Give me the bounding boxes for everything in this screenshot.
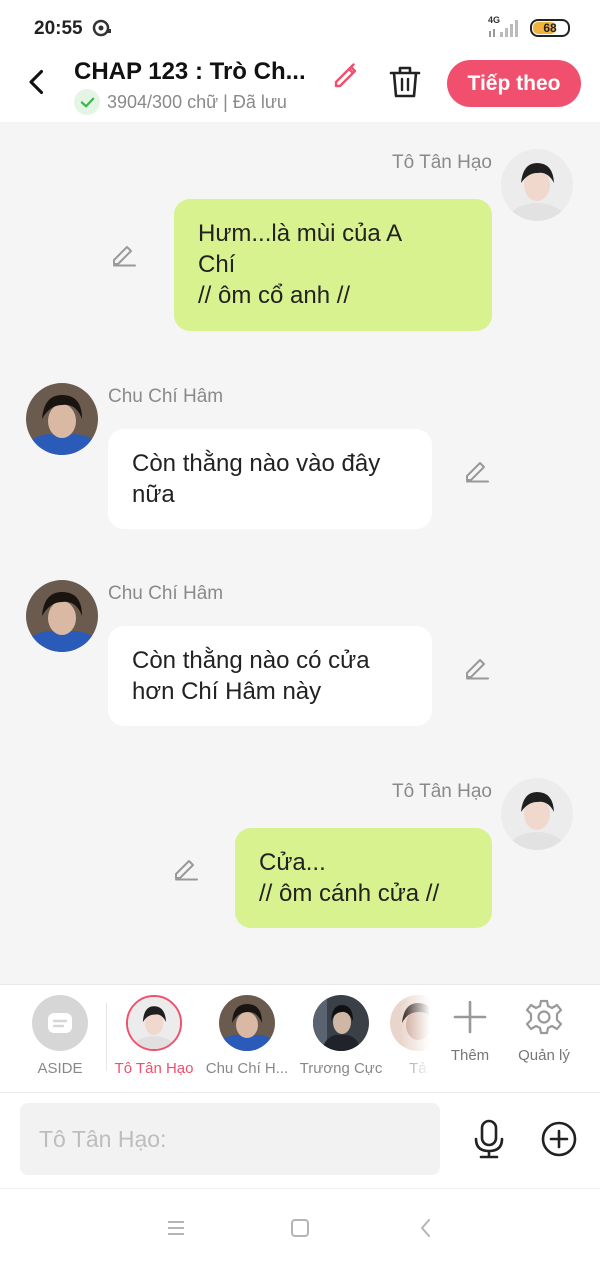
back-nav-icon[interactable] [415, 1217, 437, 1239]
microphone-icon[interactable] [470, 1119, 508, 1159]
notification-icon [92, 19, 111, 37]
status-indicators: 4G 68 [488, 15, 570, 40]
message-bubble[interactable]: Hưm...là mùi của A Chí // ôm cổ anh // [174, 199, 492, 331]
message-bubble[interactable]: Còn thằng nào vào đây nữa [108, 429, 432, 529]
status-bar: 20:55 4G 68 [0, 0, 600, 56]
add-character-button[interactable]: Thêm [435, 999, 505, 1064]
chapter-title[interactable]: CHAP 123 : Trò Ch... [74, 58, 324, 86]
edit-message-icon[interactable] [110, 240, 138, 268]
aside-label: ASIDE [37, 1060, 83, 1077]
character-label: Tô Tân Hạo [114, 1060, 194, 1077]
character-item-to-tan-hao[interactable]: Tô Tân Hạo [112, 995, 196, 1077]
sender-name: Chu Chí Hâm [108, 583, 224, 604]
avatar-image [501, 778, 573, 850]
message-line: Chí [198, 251, 236, 278]
battery-text: 68 [543, 21, 557, 35]
message-bubble[interactable]: Cửa... // ôm cánh cửa // [235, 828, 492, 928]
message-line: Hưm...là mùi của A [198, 220, 403, 247]
character-label: Trương Cực [299, 1060, 383, 1077]
system-nav-bar [0, 1188, 600, 1267]
word-count: 3904/300 chữ | Đã lưu [107, 91, 287, 112]
character-item-chu-chi-ham[interactable]: Chu Chí H... [205, 995, 289, 1077]
message-bubble[interactable]: Còn thằng nào có cửa hơn Chí Hâm này [108, 626, 432, 726]
status-time: 20:55 [34, 18, 83, 39]
sender-name: Tô Tân Hạo [392, 152, 492, 173]
trash-icon[interactable] [388, 64, 422, 100]
menu-icon[interactable] [165, 1217, 187, 1239]
sender-name: Tô Tân Hạo [392, 781, 492, 802]
avatar[interactable] [501, 778, 573, 850]
message-line: nữa [132, 481, 175, 508]
message-list[interactable]: Tô Tân Hạo Hưm...là mùi của A Chí // ôm … [0, 122, 600, 984]
message-line: hơn Chí Hâm này [132, 678, 322, 705]
aside-icon [32, 995, 88, 1051]
scroll-fade [400, 985, 430, 1085]
message-line: Cửa... [259, 849, 326, 876]
avatar-image [26, 580, 98, 652]
header: CHAP 123 : Trò Ch... 3904/300 chữ | Đã l… [0, 56, 600, 122]
edit-message-icon[interactable] [463, 456, 491, 484]
plus-icon [453, 1000, 487, 1034]
message-line: Còn thằng nào vào đây [132, 450, 381, 477]
back-arrow-icon [29, 69, 44, 95]
battery-icon: 68 [530, 19, 570, 37]
add-circle-icon[interactable] [541, 1121, 577, 1157]
character-item-truong-cuc[interactable]: Trương Cực [298, 995, 384, 1077]
avatar[interactable] [26, 383, 98, 455]
save-status: 3904/300 chữ | Đã lưu [74, 89, 287, 115]
network-type: 4G [488, 15, 501, 25]
divider [106, 1003, 107, 1071]
input-bar [0, 1092, 600, 1188]
character-avatar [219, 995, 275, 1051]
message-line: // ôm cổ anh // [198, 282, 351, 309]
message-input[interactable] [20, 1103, 440, 1175]
edit-message-icon[interactable] [172, 854, 200, 882]
avatar-image [26, 383, 98, 455]
character-label: Chu Chí H... [205, 1060, 289, 1077]
avatar[interactable] [26, 580, 98, 652]
check-icon [74, 89, 100, 115]
character-avatar [313, 995, 369, 1051]
signal-icon: 4G [488, 15, 520, 39]
edit-title-icon[interactable] [330, 58, 362, 90]
avatar-image [501, 149, 573, 221]
back-button[interactable] [20, 64, 56, 100]
next-button[interactable]: Tiếp theo [447, 60, 581, 107]
home-icon[interactable] [289, 1217, 311, 1239]
sender-name: Chu Chí Hâm [108, 386, 224, 407]
manage-label: Quản lý [518, 1047, 570, 1064]
manage-button[interactable]: Quản lý [509, 999, 579, 1064]
avatar[interactable] [501, 149, 573, 221]
add-label: Thêm [450, 1047, 490, 1064]
character-bar: ASIDE Tô Tân Hạo Chu Chí H... Trương Cực… [0, 984, 600, 1093]
character-avatar [126, 995, 182, 1051]
message-line: // ôm cánh cửa // [259, 880, 440, 907]
message-line: Còn thằng nào có cửa [132, 647, 370, 674]
aside-button[interactable]: ASIDE [22, 995, 98, 1077]
edit-message-icon[interactable] [463, 653, 491, 681]
gear-icon [526, 999, 562, 1035]
